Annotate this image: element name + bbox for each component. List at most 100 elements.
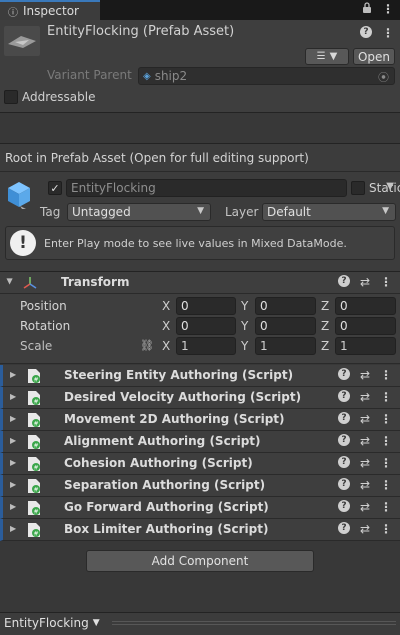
component-header-transform[interactable]: ▶ Transform ? ⇄ ⋮ [0, 272, 400, 294]
component-title: Desired Velocity Authoring (Script) [64, 390, 302, 404]
foldout-arrow-icon[interactable]: ▶ [10, 524, 16, 533]
scale-x-field[interactable]: 1 [176, 337, 236, 355]
overrides-dropdown-button[interactable]: ☰ ▼ [305, 48, 349, 65]
axis-z-label[interactable]: Z [321, 299, 329, 313]
component-header-script[interactable]: ▶ # Cohesion Authoring (Script) ? ⇄ ⋮ [0, 453, 400, 475]
addressable-checkbox[interactable] [4, 90, 18, 104]
component-header-script[interactable]: ▶ # Desired Velocity Authoring (Script) … [0, 387, 400, 409]
list-icon: ☰ [316, 51, 326, 62]
foldout-arrow-icon[interactable]: ▶ [10, 458, 16, 467]
component-menu-icon[interactable]: ⋮ [380, 275, 392, 289]
info-helpbox: ! Enter Play mode to see live values in … [5, 226, 395, 260]
component-menu-icon[interactable]: ⋮ [380, 368, 392, 382]
foldout-arrow-icon[interactable]: ▶ [10, 436, 16, 445]
presets-icon[interactable]: ⇄ [360, 368, 370, 382]
exclamation-icon: ! [10, 230, 36, 256]
component-title: Steering Entity Authoring (Script) [64, 368, 294, 382]
presets-icon[interactable]: ⇄ [360, 456, 370, 470]
help-icon[interactable]: ? [337, 478, 350, 490]
position-y-field[interactable]: 0 [255, 297, 316, 315]
foldout-arrow-icon[interactable]: ▶ [10, 392, 16, 401]
scale-y-field[interactable]: 1 [255, 337, 316, 355]
axis-x-label[interactable]: X [162, 319, 170, 333]
axis-y-label[interactable]: Y [241, 319, 248, 333]
component-title: Transform [61, 275, 130, 289]
axis-z-label[interactable]: Z [321, 319, 329, 333]
component-header-script[interactable]: ▶ # Separation Authoring (Script) ? ⇄ ⋮ [0, 475, 400, 497]
scale-label: Scale [20, 339, 53, 353]
static-checkbox[interactable] [351, 181, 365, 195]
help-icon[interactable]: ? [337, 368, 350, 380]
svg-text:#: # [33, 487, 38, 494]
foldout-arrow-icon[interactable]: ▶ [10, 370, 16, 379]
gameobject-name-field[interactable]: EntityFlocking [66, 179, 347, 197]
component-menu-icon[interactable]: ⋮ [380, 478, 392, 492]
rotation-label: Rotation [20, 319, 71, 333]
help-icon[interactable]: ? [337, 500, 350, 512]
component-menu-icon[interactable]: ⋮ [380, 434, 392, 448]
rotation-z-field[interactable]: 0 [335, 317, 396, 335]
help-icon[interactable]: ? [337, 434, 350, 446]
presets-icon[interactable]: ⇄ [360, 478, 370, 492]
lock-icon[interactable] [362, 2, 372, 17]
static-label: Static [369, 181, 400, 195]
tab-menu-icon[interactable]: ⋮ [382, 2, 394, 17]
scale-z-field[interactable]: 1 [335, 337, 396, 355]
tab-inspector[interactable]: ⓘ Inspector [0, 0, 100, 20]
help-icon[interactable]: ? [337, 412, 350, 424]
component-menu-icon[interactable]: ⋮ [380, 522, 392, 536]
presets-icon[interactable]: ⇄ [360, 275, 370, 289]
component-header-script[interactable]: ▶ # Alignment Authoring (Script) ? ⇄ ⋮ [0, 431, 400, 453]
axis-y-label[interactable]: Y [241, 339, 248, 353]
help-icon[interactable]: ? [337, 456, 350, 468]
axis-x-label[interactable]: X [162, 339, 170, 353]
foldout-arrow-icon[interactable]: ▶ [10, 414, 16, 423]
open-prefab-button[interactable]: Open [353, 48, 395, 65]
rotation-x-field[interactable]: 0 [176, 317, 236, 335]
component-menu-icon[interactable]: ⋮ [380, 500, 392, 514]
foldout-arrow-icon[interactable]: ▶ [6, 278, 15, 284]
presets-icon[interactable]: ⇄ [360, 434, 370, 448]
component-menu-icon[interactable]: ⋮ [380, 456, 392, 470]
presets-icon[interactable]: ⇄ [360, 390, 370, 404]
help-icon[interactable]: ? [337, 390, 350, 402]
component-header-script[interactable]: ▶ # Movement 2D Authoring (Script) ? ⇄ ⋮ [0, 409, 400, 431]
tag-dropdown[interactable]: Untagged ▼ [67, 203, 211, 221]
static-dropdown-icon[interactable]: ▼ [386, 181, 394, 192]
svg-text:#: # [33, 465, 38, 472]
selection-dropdown[interactable]: EntityFlocking ▼ [4, 616, 100, 630]
constrain-proportions-icon[interactable]: ⛓ [140, 339, 154, 352]
component-header-script[interactable]: ▶ # Box Limiter Authoring (Script) ? ⇄ ⋮ [0, 519, 400, 541]
tag-label: Tag [40, 205, 61, 219]
axis-z-label[interactable]: Z [321, 339, 329, 353]
tab-bar: ⓘ Inspector ⋮ [0, 0, 400, 20]
presets-icon[interactable]: ⇄ [360, 412, 370, 426]
position-x-field[interactable]: 0 [176, 297, 236, 315]
component-header-script[interactable]: ▶ # Go Forward Authoring (Script) ? ⇄ ⋮ [0, 497, 400, 519]
foldout-arrow-icon[interactable]: ▶ [10, 502, 16, 511]
axis-y-label[interactable]: Y [241, 299, 248, 313]
component-menu-icon[interactable]: ⋮ [380, 412, 392, 426]
presets-icon[interactable]: ⇄ [360, 522, 370, 536]
active-checkbox[interactable]: ✓ [48, 181, 62, 195]
position-z-field[interactable]: 0 [335, 297, 396, 315]
transform-body: Position X 0 Y 0 Z 0 Rotation X 0 Y 0 Z … [0, 294, 400, 364]
svg-text:#: # [33, 421, 38, 428]
help-icon[interactable]: ? [337, 275, 350, 287]
help-icon[interactable]: ? [360, 26, 372, 38]
info-icon: ⓘ [8, 7, 18, 19]
foldout-arrow-icon[interactable]: ▶ [10, 480, 16, 489]
object-picker-icon[interactable]: ⦿ [378, 69, 389, 85]
header-menu-icon[interactable]: ⋮ [382, 26, 394, 40]
rotation-y-field[interactable]: 0 [255, 317, 316, 335]
svg-text:#: # [33, 443, 38, 450]
axis-x-label[interactable]: X [162, 299, 170, 313]
presets-icon[interactable]: ⇄ [360, 500, 370, 514]
layer-dropdown[interactable]: Default ▼ [262, 203, 396, 221]
add-component-button[interactable]: Add Component [86, 550, 314, 572]
component-header-script[interactable]: ▶ # Steering Entity Authoring (Script) ?… [0, 365, 400, 387]
tag-value: Untagged [72, 205, 131, 219]
component-menu-icon[interactable]: ⋮ [380, 390, 392, 404]
resize-handle[interactable] [112, 621, 396, 625]
help-icon[interactable]: ? [337, 522, 350, 534]
